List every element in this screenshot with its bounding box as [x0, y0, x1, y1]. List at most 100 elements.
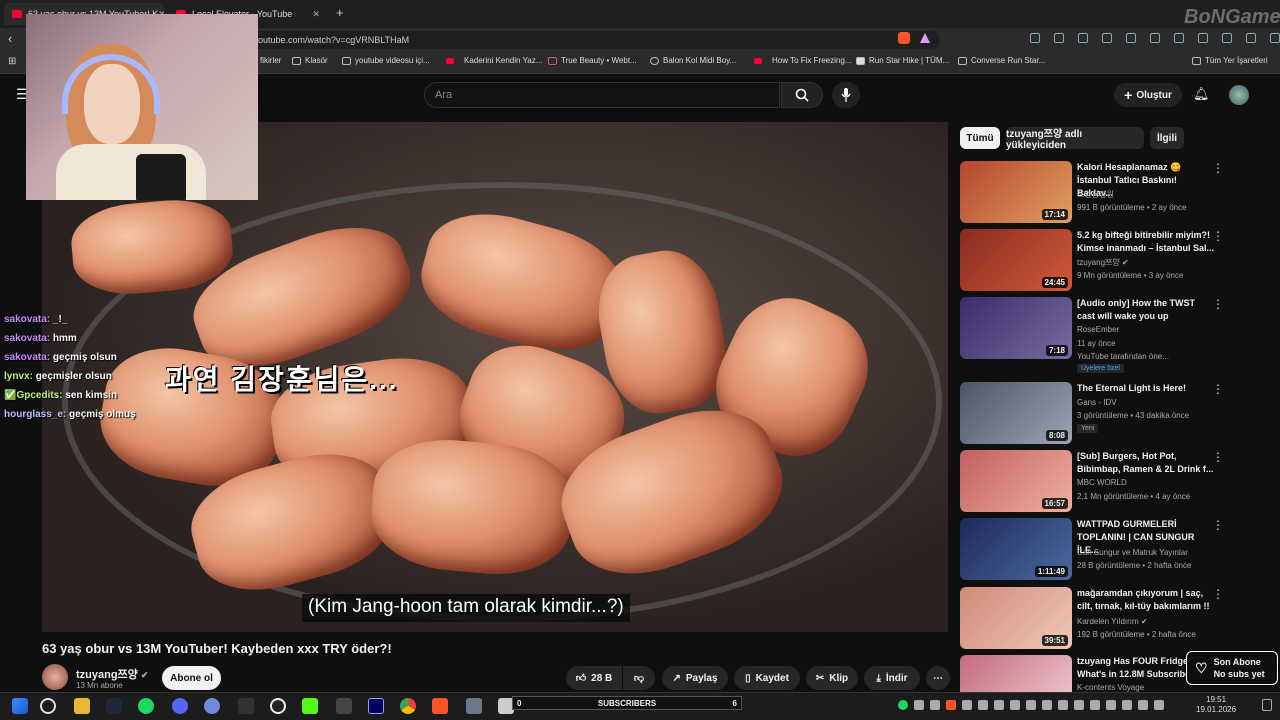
system-tray	[898, 700, 1164, 710]
bookmark-item[interactable]: youtube videosu içi...	[342, 56, 430, 65]
url-field[interactable]: outube.com/watch?v=cgVRNBLTHaM	[240, 31, 940, 49]
save-button[interactable]: ▯ Kaydet	[734, 666, 800, 690]
extension-icon[interactable]	[1246, 33, 1256, 43]
bookmark-item[interactable]: Balon Kol Midi Boy...	[650, 56, 736, 65]
more-icon[interactable]: ⋮	[1212, 450, 1224, 464]
extension-icon[interactable]	[1222, 33, 1232, 43]
app-icon[interactable]	[204, 698, 220, 714]
taskbar-clock[interactable]: 19:51 19.01.2026	[1196, 695, 1236, 715]
clip-button[interactable]: ✂ Klip	[806, 666, 858, 690]
chrome-icon[interactable]	[400, 698, 416, 714]
channel-avatar[interactable]	[42, 664, 68, 690]
dislike-button[interactable]: 👎︎	[623, 666, 655, 690]
all-bookmarks[interactable]: Tüm Yer İşaretleri	[1192, 56, 1268, 65]
recommended-video[interactable]: 7:18 [Audio only] How the TWST cast will…	[960, 297, 1224, 377]
tray-icon[interactable]	[978, 700, 988, 710]
recommended-video[interactable]: 24:45 5.2 kg bifteği bitirebilir miyim?!…	[960, 229, 1224, 293]
extension-icon[interactable]	[1054, 33, 1064, 43]
apps-grid-icon[interactable]: ⊞	[8, 56, 16, 67]
recycle-bin-icon[interactable]	[466, 698, 482, 714]
back-icon[interactable]: ‹	[8, 31, 12, 46]
recommended-video[interactable]: 17:14 Kalori Hesaplanamaz 😋 İstanbul Tat…	[960, 161, 1224, 225]
windows-start-icon[interactable]	[12, 698, 28, 714]
tray-icon[interactable]	[1122, 700, 1132, 710]
bookmark-item[interactable]: Klasör	[292, 56, 328, 65]
recommended-video[interactable]: tzuyang Has FOUR Fridges! What's in 12.8…	[960, 655, 1224, 692]
chat-message: sakovata: geçmiş olsun	[4, 352, 164, 371]
subscribe-button[interactable]: Abone ol	[162, 666, 221, 690]
more-icon[interactable]: ⋮	[1212, 297, 1224, 311]
extension-icon[interactable]	[1030, 33, 1040, 43]
new-tab-icon[interactable]: +	[336, 5, 344, 20]
tray-icon[interactable]	[1058, 700, 1068, 710]
app-icon[interactable]	[302, 698, 318, 714]
spotify-icon[interactable]	[138, 698, 154, 714]
notification-center-icon[interactable]	[1262, 699, 1272, 711]
extension-icon[interactable]	[1078, 33, 1088, 43]
recommended-video[interactable]: 16:57 [Sub] Burgers, Hot Pot, Bibimbap, …	[960, 450, 1224, 514]
bookmark-item[interactable]: Converse Run Star...	[958, 56, 1045, 65]
tray-icon[interactable]	[1154, 700, 1164, 710]
bookmark-item[interactable]: Run Star Hike | TÜM...	[856, 56, 949, 65]
tray-icon[interactable]	[1138, 700, 1148, 710]
rewards-icon[interactable]	[920, 33, 930, 43]
search-button[interactable]	[781, 82, 823, 108]
recommended-video[interactable]: 39:51 mağaramdan çıkıyorum | saç, cilt, …	[960, 587, 1224, 651]
tray-icon[interactable]	[994, 700, 1004, 710]
create-button[interactable]: + Oluştur	[1114, 83, 1182, 107]
tray-icon[interactable]	[898, 700, 908, 710]
duration-badge: 7:18	[1045, 345, 1068, 356]
search-input[interactable]: Ara	[424, 82, 780, 108]
close-icon[interactable]: ✕	[312, 9, 320, 20]
tray-icon[interactable]	[930, 700, 940, 710]
more-icon[interactable]: ⋮	[1212, 382, 1224, 396]
voice-search-button[interactable]	[832, 82, 860, 108]
channel-name[interactable]: tzuyang쯔양 ✔	[76, 666, 148, 682]
more-actions-button[interactable]: ⋯	[926, 666, 950, 690]
extension-icon[interactable]	[1198, 33, 1208, 43]
chip-related[interactable]: İlgili	[1150, 127, 1184, 149]
chat-text: geçmiş olsun	[52, 352, 117, 363]
extension-icon[interactable]	[1126, 33, 1136, 43]
recommended-video[interactable]: 8:08 The Eternal Light is Here! Gans - I…	[960, 382, 1224, 446]
notifications-bell-icon[interactable]: 🔔︎	[1193, 86, 1210, 102]
extension-icon[interactable]	[1174, 33, 1184, 43]
bookmark-item[interactable]: Kaderini Kendin Yaz...	[446, 56, 542, 65]
file-explorer-icon[interactable]	[74, 698, 90, 714]
tray-icon[interactable]	[1074, 700, 1084, 710]
bookmark-item[interactable]: How To Fix Freezing...	[754, 56, 851, 65]
more-icon[interactable]: ⋮	[1212, 587, 1224, 601]
extension-icon[interactable]	[1150, 33, 1160, 43]
extension-icon[interactable]	[1102, 33, 1112, 43]
like-button[interactable]: 👍︎ 28 B	[566, 666, 622, 690]
brave-shield-icon[interactable]	[898, 32, 910, 44]
epic-games-icon[interactable]	[238, 698, 254, 714]
tray-icon[interactable]	[1026, 700, 1036, 710]
tray-icon[interactable]	[1090, 700, 1100, 710]
premiere-icon[interactable]	[368, 698, 384, 714]
brave-icon[interactable]	[432, 698, 448, 714]
extension-icon[interactable]	[1270, 33, 1280, 43]
bookmark-item[interactable]: fikirler	[260, 56, 281, 65]
steam-icon[interactable]	[106, 698, 122, 714]
discord-icon[interactable]	[172, 698, 188, 714]
tray-icon[interactable]	[914, 700, 924, 710]
app-icon[interactable]	[336, 698, 352, 714]
tray-icon[interactable]	[1106, 700, 1116, 710]
share-button[interactable]: ↗ Paylaş	[662, 666, 728, 690]
more-icon[interactable]: ⋮	[1212, 518, 1224, 532]
tray-icon[interactable]	[1010, 700, 1020, 710]
tray-icon[interactable]	[962, 700, 972, 710]
more-icon[interactable]: ⋮	[1212, 161, 1224, 175]
chip-all[interactable]: Tümü	[960, 127, 1000, 149]
tray-icon[interactable]	[946, 700, 956, 710]
search-icon[interactable]	[40, 698, 56, 714]
download-button[interactable]: ⤓ İndir	[864, 666, 920, 690]
obs-icon[interactable]	[270, 698, 286, 714]
bookmark-item[interactable]: True Beauty • Webt...	[548, 56, 637, 65]
recommended-video[interactable]: 1:11:49 WATTPAD GURMELERİ TOPLANIN! | CA…	[960, 518, 1224, 582]
more-icon[interactable]: ⋮	[1212, 229, 1224, 243]
account-avatar[interactable]	[1229, 85, 1249, 105]
tray-icon[interactable]	[1042, 700, 1052, 710]
chip-uploader[interactable]: tzuyang쯔양 adlı yükleyiciden	[1006, 127, 1144, 151]
